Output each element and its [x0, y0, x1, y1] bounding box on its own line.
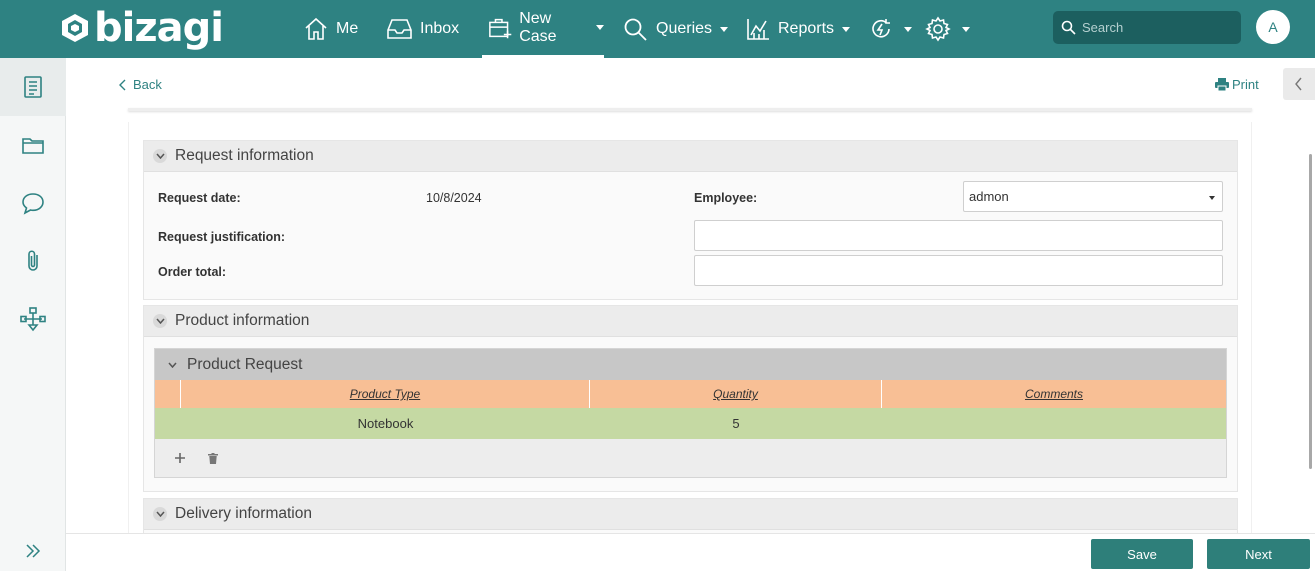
grid-toolbar — [155, 439, 1226, 477]
next-button[interactable]: Next — [1207, 539, 1310, 569]
request-date-label: Request date: — [158, 191, 241, 205]
product-information-panel: Product information Product Request Prod… — [143, 305, 1238, 492]
home-icon — [305, 17, 327, 40]
nav-inbox[interactable]: Inbox — [386, 0, 459, 58]
request-date-value: 10/8/2024 — [426, 191, 482, 205]
nav-settings[interactable] — [925, 0, 970, 58]
chevron-left-icon — [1295, 77, 1302, 91]
chevron-down-icon — [153, 314, 167, 328]
top-bar: bizagi Me Inbox New Case Queries Reports — [0, 0, 1315, 58]
nav-me-label: Me — [336, 20, 359, 37]
chevron-down-icon — [165, 358, 179, 372]
folder-icon — [22, 138, 44, 154]
nav-reports-label: Reports — [778, 20, 835, 37]
trash-icon[interactable] — [208, 452, 218, 464]
bizagi-logo[interactable]: bizagi — [60, 5, 224, 51]
vertical-scrollbar[interactable] — [1309, 154, 1312, 469]
paperclip-icon — [28, 250, 38, 271]
bizagi-cube-icon — [62, 14, 88, 42]
rail-form[interactable] — [0, 58, 66, 116]
nav-new-case-label: New Case — [519, 9, 557, 45]
grid-select-column — [155, 380, 181, 408]
save-button[interactable]: Save — [1091, 539, 1193, 569]
cell-comments — [882, 408, 1226, 439]
double-chevron-right-icon[interactable] — [24, 543, 42, 559]
nav-automation[interactable] — [869, 0, 912, 58]
nav-me[interactable]: Me — [303, 0, 358, 58]
form-card: Request information Request date: 10/8/2… — [128, 122, 1252, 542]
lightning-refresh-icon — [872, 19, 890, 38]
back-link[interactable]: Back — [118, 77, 162, 92]
product-request-title: Product Request — [187, 355, 303, 373]
order-total-label: Order total: — [158, 265, 227, 279]
workflow-icon — [20, 307, 46, 332]
column-product-type[interactable]: Product Type — [181, 380, 590, 408]
left-rail — [0, 58, 66, 571]
request-justification-label: Request justification: — [158, 230, 286, 244]
nav-new-case[interactable]: New Case — [482, 0, 604, 58]
search-input[interactable] — [1082, 20, 1232, 35]
cell-product-type: Notebook — [357, 416, 414, 431]
search-icon — [624, 18, 647, 41]
header-divider — [128, 108, 1252, 111]
new-case-icon — [489, 18, 512, 38]
action-footer: Save Next — [66, 533, 1315, 571]
employee-label: Employee: — [694, 191, 758, 205]
delivery-information-header[interactable]: Delivery information — [144, 499, 1237, 530]
user-avatar[interactable]: A — [1256, 10, 1290, 44]
search-icon — [1061, 20, 1076, 35]
grid-column-headers: Product Type Quantity Comments — [155, 380, 1226, 408]
product-information-title: Product information — [175, 312, 310, 329]
chevron-down-icon — [962, 26, 970, 32]
chevron-down-icon — [1209, 196, 1215, 200]
nav-reports[interactable]: Reports — [746, 0, 851, 58]
print-label: Print — [1232, 77, 1259, 92]
product-information-header[interactable]: Product information — [144, 306, 1237, 337]
column-quantity[interactable]: Quantity — [590, 380, 882, 408]
printer-icon — [1215, 78, 1229, 91]
chevron-down-icon — [153, 149, 167, 163]
chevron-down-icon — [720, 26, 729, 32]
order-total-input[interactable] — [694, 255, 1223, 286]
request-information-panel: Request information Request date: 10/8/2… — [143, 140, 1238, 300]
rail-folders[interactable] — [0, 116, 66, 174]
request-information-header[interactable]: Request information — [144, 141, 1237, 172]
delivery-information-title: Delivery information — [175, 505, 312, 522]
rail-workflow[interactable] — [0, 290, 66, 348]
print-link[interactable]: Print — [1215, 77, 1259, 92]
nav-queries-label: Queries — [656, 20, 713, 37]
product-request-header[interactable]: Product Request — [155, 349, 1226, 380]
column-comments[interactable]: Comments — [882, 380, 1226, 408]
search-box[interactable] — [1053, 11, 1241, 44]
chevron-left-icon — [119, 79, 126, 90]
chevron-down-icon — [153, 507, 167, 521]
gear-icon — [925, 16, 951, 42]
cell-quantity: 5 — [732, 416, 740, 431]
chart-icon — [747, 19, 769, 40]
chevron-down-icon — [904, 26, 912, 32]
request-information-title: Request information — [175, 147, 314, 164]
chevron-down-icon — [596, 25, 604, 30]
rail-attachments[interactable] — [0, 232, 66, 290]
nav-queries[interactable]: Queries — [623, 0, 729, 58]
back-label: Back — [133, 77, 162, 92]
plus-icon[interactable] — [175, 453, 185, 463]
brand-name: bizagi — [94, 5, 224, 51]
speech-bubble-icon — [22, 193, 44, 215]
collapse-panel-button[interactable] — [1283, 68, 1315, 100]
request-justification-input[interactable] — [694, 220, 1223, 251]
main-content: Back Print Request information Request d… — [66, 58, 1315, 571]
row-selector[interactable] — [155, 408, 181, 439]
product-request-grid: Product Request Product Type Quantity Co… — [154, 348, 1227, 478]
rail-comments[interactable] — [0, 174, 66, 232]
chevron-down-icon — [842, 26, 851, 32]
inbox-icon — [387, 19, 412, 39]
employee-select[interactable]: admon — [963, 181, 1223, 212]
employee-selected-value: admon — [969, 189, 1009, 204]
nav-inbox-label: Inbox — [420, 20, 460, 37]
table-row[interactable]: Notebook 5 — [155, 408, 1226, 439]
document-icon — [24, 76, 42, 98]
